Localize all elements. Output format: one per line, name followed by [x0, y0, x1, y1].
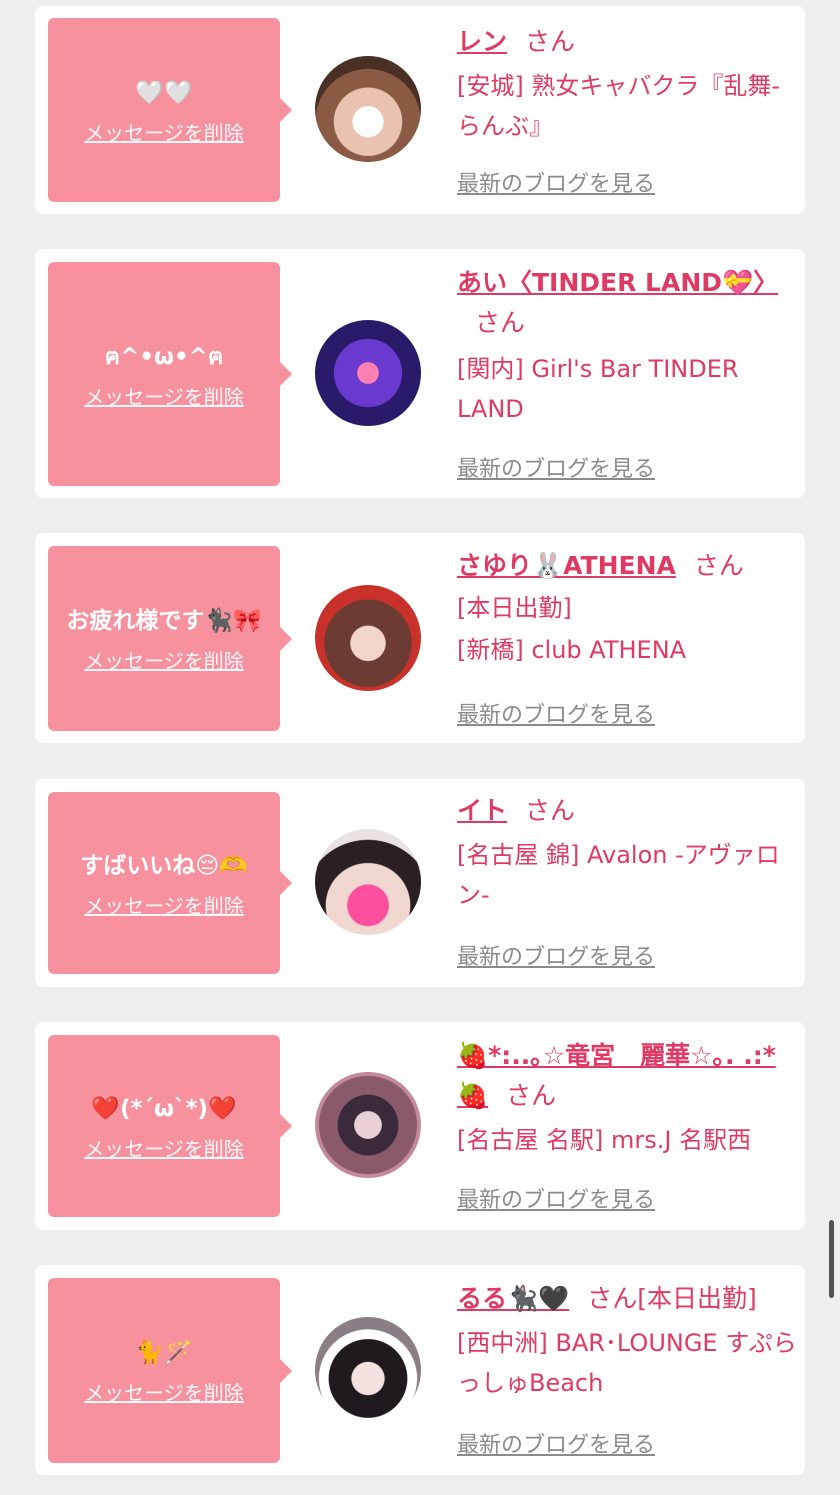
message-bubble: 🐈🪄 メッセージを削除 — [48, 1278, 292, 1463]
message-bubble: すばいいね😔🫶 メッセージを削除 — [48, 792, 292, 974]
delete-message-link[interactable]: メッセージを削除 — [84, 1377, 244, 1406]
name-line: レン さん — [457, 22, 797, 62]
latest-blog-link[interactable]: 最新のブログを見る — [457, 166, 655, 198]
message-text: 🐈🪄 — [135, 1340, 193, 1366]
message-bubble: ฅ^•ω•^ฅ メッセージを削除 — [48, 262, 292, 486]
cast-info: 🍓*:..｡☆竜宮 麗華☆｡. .:*🍓 さん [名古屋 名駅] mrs.J 名駅… — [457, 1036, 797, 1160]
message-text: 🤍🤍 — [135, 79, 193, 106]
avatar[interactable] — [315, 1317, 421, 1423]
honorific: さん — [475, 308, 526, 337]
message-text: ฅ^•ω•^ฅ — [104, 343, 224, 370]
honorific: さん — [525, 796, 576, 825]
shop-name: [新橋] club ATHENA — [457, 636, 687, 664]
shop-name: [西中洲] BAR･LOUNGE すぷらっしゅBeach — [457, 1329, 797, 1397]
status-tag: [本日出勤] — [637, 1284, 757, 1313]
message-bubble: ❤️(*´ω`*)❤️ メッセージを削除 — [48, 1035, 292, 1217]
delete-message-link[interactable]: メッセージを削除 — [84, 645, 244, 674]
message-bubble: 🤍🤍 メッセージを削除 — [48, 18, 292, 202]
message-text: すばいいね😔🫶 — [80, 852, 248, 879]
delete-message-link[interactable]: メッセージを削除 — [84, 890, 244, 919]
latest-blog-link[interactable]: 最新のブログを見る — [457, 451, 655, 483]
cast-name-link[interactable]: 🍓*:..｡☆竜宮 麗華☆｡. .:*🍓 — [457, 1041, 776, 1110]
latest-blog-link[interactable]: 最新のブログを見る — [457, 1182, 655, 1214]
message-card: お疲れ様です🐈‍⬛🎀 メッセージを削除 さゆり🐰ATHENA さん [本日出勤] … — [35, 533, 805, 743]
shop-name: [安城] 熟女キャバクラ『乱舞-らんぶ』 — [457, 72, 781, 140]
message-card: すばいいね😔🫶 メッセージを削除 イト さん [名古屋 錦] Avalon -アヴ… — [35, 779, 805, 987]
avatar[interactable] — [315, 829, 421, 935]
name-line: イト さん — [457, 791, 797, 831]
message-card: 🤍🤍 メッセージを削除 レン さん [安城] 熟女キャバクラ『乱舞-らんぶ』 最新… — [35, 6, 805, 214]
message-card: 🐈🪄 メッセージを削除 るる🐈‍⬛🖤 さん[本日出勤] [西中洲] BAR･LOU… — [35, 1265, 805, 1475]
cast-name-link[interactable]: イト — [457, 796, 507, 825]
honorific: さん — [693, 551, 744, 580]
delete-message-link[interactable]: メッセージを削除 — [84, 117, 244, 146]
delete-message-link[interactable]: メッセージを削除 — [84, 1133, 244, 1162]
message-card: ❤️(*´ω`*)❤️ メッセージを削除 🍓*:..｡☆竜宮 麗華☆｡. .:*… — [35, 1022, 805, 1230]
shop-name: [関内] Girl's Bar TINDER LAND — [457, 355, 739, 423]
scrollbar[interactable] — [829, 1220, 834, 1298]
avatar[interactable] — [315, 320, 421, 426]
name-line: さゆり🐰ATHENA さん — [457, 546, 797, 586]
latest-blog-link[interactable]: 最新のブログを見る — [457, 939, 655, 971]
cast-name-link[interactable]: あい〈TINDER LAND💝〉 — [457, 268, 778, 297]
shop-name: [名古屋 名駅] mrs.J 名駅西 — [457, 1126, 752, 1154]
delete-message-link[interactable]: メッセージを削除 — [84, 381, 244, 410]
avatar[interactable] — [315, 1072, 421, 1178]
status-tag: [本日出勤] — [457, 594, 572, 622]
cast-info: レン さん [安城] 熟女キャバクラ『乱舞-らんぶ』 — [457, 22, 797, 146]
name-line: あい〈TINDER LAND💝〉さん — [457, 263, 797, 343]
cast-info: イト さん [名古屋 錦] Avalon -アヴァロン- — [457, 791, 797, 915]
cast-name-link[interactable]: るる🐈‍⬛🖤 — [457, 1284, 569, 1313]
cast-info: るる🐈‍⬛🖤 さん[本日出勤] [西中洲] BAR･LOUNGE すぷらっしゅBe… — [457, 1279, 797, 1403]
honorific: さん — [525, 27, 576, 56]
name-line: 🍓*:..｡☆竜宮 麗華☆｡. .:*🍓 さん — [457, 1036, 797, 1116]
avatar[interactable] — [315, 56, 421, 162]
name-line: るる🐈‍⬛🖤 さん[本日出勤] — [457, 1279, 797, 1319]
cast-name-link[interactable]: レン — [457, 27, 507, 56]
message-text: ❤️(*´ω`*)❤️ — [91, 1095, 237, 1122]
latest-blog-link[interactable]: 最新のブログを見る — [457, 1427, 655, 1459]
honorific: さん — [587, 1284, 638, 1313]
message-bubble: お疲れ様です🐈‍⬛🎀 メッセージを削除 — [48, 546, 292, 731]
cast-name-link[interactable]: さゆり🐰ATHENA — [457, 551, 676, 580]
cast-info: あい〈TINDER LAND💝〉さん [関内] Girl's Bar TINDE… — [457, 263, 797, 429]
cast-info: さゆり🐰ATHENA さん [本日出勤] [新橋] club ATHENA — [457, 546, 797, 670]
message-card: ฅ^•ω•^ฅ メッセージを削除 あい〈TINDER LAND💝〉さん [関内]… — [35, 249, 805, 498]
message-text: お疲れ様です🐈‍⬛🎀 — [66, 608, 262, 634]
latest-blog-link[interactable]: 最新のブログを見る — [457, 697, 655, 729]
shop-name: [名古屋 錦] Avalon -アヴァロン- — [457, 841, 780, 909]
avatar[interactable] — [315, 585, 421, 691]
honorific: さん — [506, 1081, 557, 1110]
